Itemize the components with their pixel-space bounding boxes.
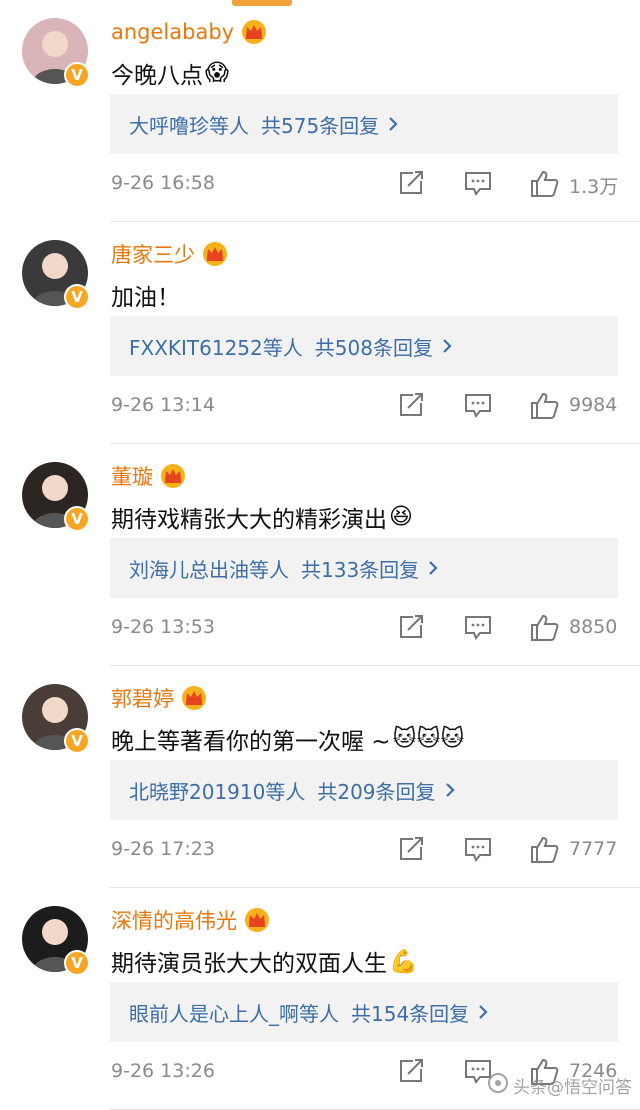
chevron-right-icon	[445, 783, 455, 797]
crown-badge-icon	[161, 464, 185, 488]
reply-users: 刘海儿总出油等人	[129, 557, 289, 582]
meta-row: 9-26 16:58 1.3万	[111, 166, 620, 202]
repost-icon[interactable]	[396, 612, 426, 642]
username[interactable]: 深情的高伟光	[111, 905, 237, 935]
comment-text: 期待戏精张大大的精彩演出 😆	[111, 500, 413, 534]
comment-item: V 唐家三少 加油！ FXXKIT61252等人 共508条回复 9-26 13…	[0, 222, 640, 444]
comment-body: 期待演员张大大的双面人生	[111, 951, 387, 977]
username[interactable]: 唐家三少	[111, 239, 195, 269]
reply-summary[interactable]: 大呼噜珍等人 共575条回复	[110, 94, 618, 154]
like-count: 1.3万	[569, 176, 619, 198]
verified-v-icon: V	[64, 284, 90, 310]
chevron-right-icon	[429, 561, 438, 575]
crown-badge-icon	[245, 908, 269, 932]
verified-v-icon: V	[64, 506, 90, 532]
comment-body: 期待戏精张大大的精彩演出	[111, 507, 387, 533]
comment-text: 期待演员张大大的双面人生 💪	[111, 944, 418, 978]
crown-badge-icon	[242, 20, 267, 44]
verified-v-icon: V	[64, 728, 90, 754]
like-count: 7777	[569, 838, 618, 860]
repost-icon[interactable]	[396, 1056, 426, 1086]
meta-row: 9-26 17:23 7777	[111, 832, 620, 868]
name-row: 董璇	[111, 460, 187, 492]
timestamp: 9-26 17:23	[111, 838, 215, 860]
username[interactable]: 郭碧婷	[111, 683, 174, 713]
timestamp: 9-26 13:53	[111, 616, 215, 638]
thumbs-up-icon[interactable]	[529, 612, 561, 644]
thumbs-up-icon[interactable]	[529, 390, 561, 422]
timestamp: 9-26 13:14	[111, 394, 215, 416]
reply-summary[interactable]: FXXKIT61252等人 共508条回复	[110, 316, 618, 376]
comment-body: 加油！	[111, 285, 180, 311]
verified-v-icon: V	[64, 62, 90, 88]
comment-body: 晚上等著看你的第一次喔 ~	[111, 729, 391, 755]
username[interactable]: angelababy	[111, 20, 234, 44]
username[interactable]: 董璇	[111, 461, 153, 491]
crown-badge-icon	[203, 242, 227, 266]
comment-icon[interactable]	[463, 612, 493, 642]
like-count: 9984	[569, 394, 618, 416]
comment-item: V 郭碧婷 晚上等著看你的第一次喔 ~ 🐱🐱🐱 北晓野201910等人 共209…	[0, 666, 640, 888]
name-row: angelababy	[111, 16, 268, 48]
verified-v-icon: V	[64, 950, 90, 976]
comment-icon[interactable]	[463, 834, 493, 864]
reply-users: 北晓野201910等人	[129, 779, 306, 804]
chevron-right-icon	[479, 1005, 488, 1019]
name-row: 郭碧婷	[111, 682, 208, 714]
like-count: 8850	[569, 616, 618, 638]
repost-icon[interactable]	[396, 834, 426, 864]
timestamp: 9-26 16:58	[111, 172, 215, 194]
name-row: 深情的高伟光	[111, 904, 271, 936]
thumbs-up-icon[interactable]	[529, 834, 561, 866]
comment-body: 今晚八点	[111, 63, 203, 89]
reply-count: 共209条回复	[317, 779, 436, 804]
thumbs-up-icon[interactable]	[529, 168, 561, 200]
emoji-icon: 😱	[205, 60, 229, 86]
reply-count: 共575条回复	[261, 113, 380, 138]
repost-icon[interactable]	[396, 390, 426, 420]
reply-summary[interactable]: 刘海儿总出油等人 共133条回复	[110, 538, 618, 598]
emoji-icon: 💪	[389, 948, 418, 975]
reply-summary[interactable]: 眼前人是心上人_啊等人 共154条回复	[110, 982, 618, 1042]
emoji-icon: 😆	[389, 504, 413, 530]
name-row: 唐家三少	[111, 238, 229, 270]
comment-icon[interactable]	[463, 168, 493, 198]
reply-users: 眼前人是心上人_啊等人	[129, 1001, 339, 1026]
emoji-icon: 🐱🐱🐱	[392, 726, 465, 752]
chevron-right-icon	[389, 117, 398, 131]
meta-row: 9-26 13:14 9984	[111, 388, 620, 424]
chevron-right-icon	[443, 339, 452, 353]
comment-item: V 董璇 期待戏精张大大的精彩演出 😆 刘海儿总出油等人 共133条回复 9-2…	[0, 444, 640, 666]
reply-users: 大呼噜珍等人	[129, 113, 249, 138]
timestamp: 9-26 13:26	[111, 1060, 215, 1082]
comment-text: 晚上等著看你的第一次喔 ~ 🐱🐱🐱	[111, 722, 465, 756]
reply-summary[interactable]: 北晓野201910等人 共209条回复	[110, 760, 618, 820]
comment-text: 加油！	[111, 278, 180, 312]
reply-users: FXXKIT61252等人	[129, 335, 303, 360]
comment-item: V angelababy 今晚八点 😱 大呼噜珍等人 共575条回复 9-26 …	[0, 0, 640, 222]
comment-text: 今晚八点 😱	[111, 56, 229, 90]
meta-row: 9-26 13:53 8850	[111, 610, 620, 646]
watermark-logo-icon	[487, 1072, 509, 1099]
crown-badge-icon	[182, 686, 206, 710]
watermark: 头条@悟空问答	[487, 1072, 632, 1099]
comment-icon[interactable]	[463, 390, 493, 420]
reply-count: 共133条回复	[301, 557, 420, 582]
watermark-text: 头条@悟空问答	[513, 1078, 632, 1098]
reply-count: 共154条回复	[351, 1001, 470, 1026]
reply-count: 共508条回复	[314, 335, 433, 360]
repost-icon[interactable]	[396, 168, 426, 198]
